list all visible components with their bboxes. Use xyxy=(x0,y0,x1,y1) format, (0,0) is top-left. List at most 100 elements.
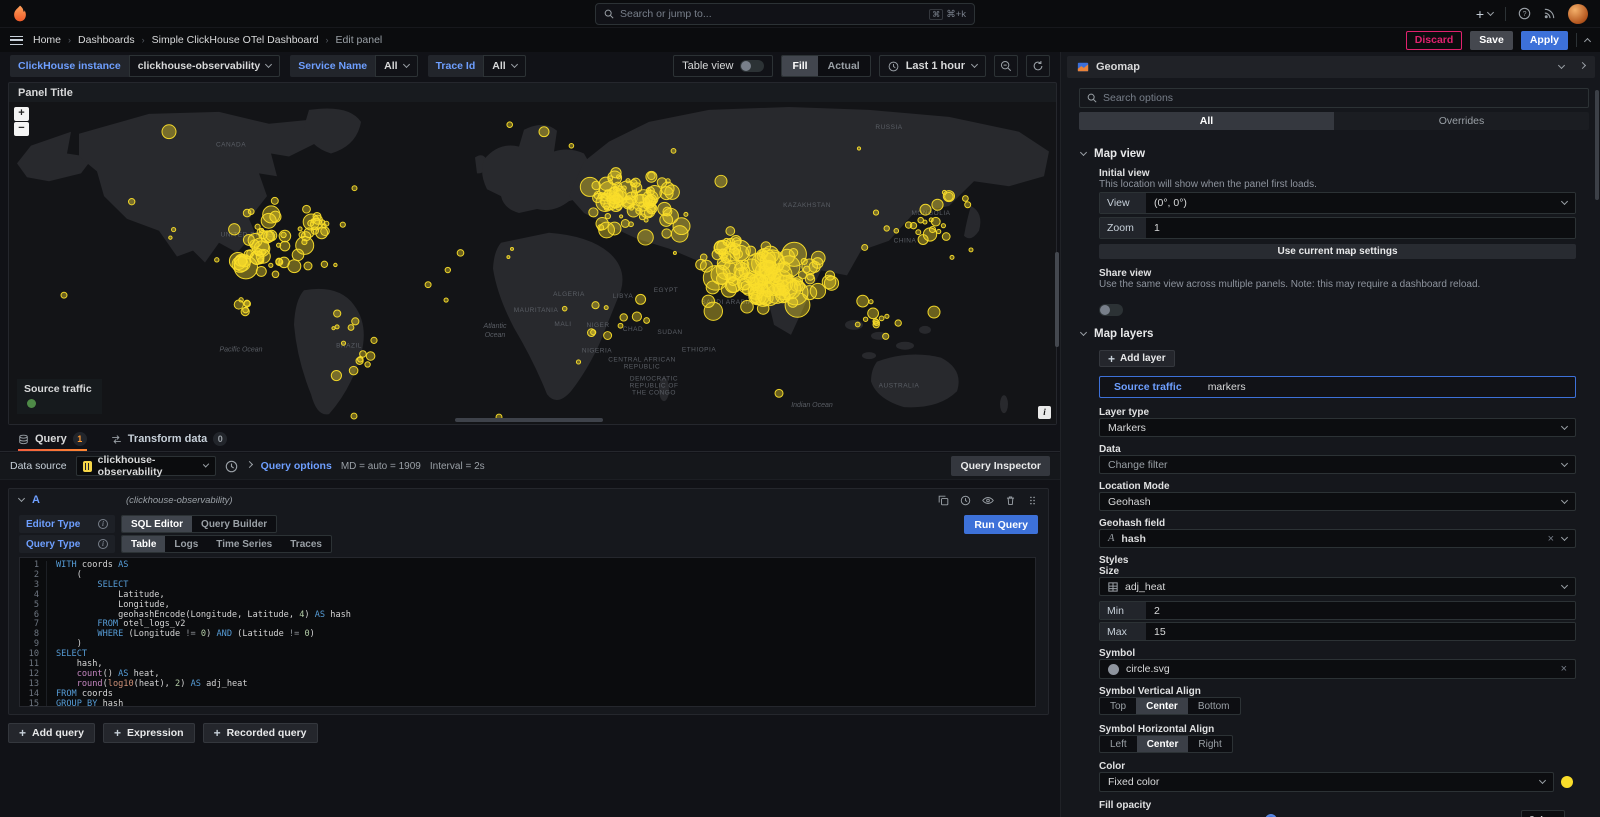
color-swatch[interactable] xyxy=(1561,776,1573,788)
legend-color-dot xyxy=(27,399,36,408)
collapse-pane-icon[interactable] xyxy=(1579,62,1586,69)
refresh-button[interactable] xyxy=(1026,55,1050,77)
section-map-layers[interactable]: Map layers xyxy=(1081,328,1153,340)
options-search-input[interactable]: Search options xyxy=(1079,88,1589,108)
layer-type-select[interactable]: Markers xyxy=(1099,418,1576,437)
add-layer-button[interactable]: +Add layer xyxy=(1099,350,1175,367)
map-legend[interactable]: Source traffic xyxy=(17,379,102,414)
map-zoom-in-button[interactable]: + xyxy=(14,107,29,121)
scrollbar-thumb[interactable] xyxy=(1595,90,1599,200)
options-tab-overrides[interactable]: Overrides xyxy=(1334,112,1589,130)
hide-response-icon[interactable] xyxy=(982,495,994,506)
query-history-icon[interactable] xyxy=(960,495,971,506)
panel-type-dropdown-icon[interactable] xyxy=(1558,62,1565,69)
help-icon[interactable]: ? xyxy=(1518,7,1531,20)
view-field-select[interactable]: (0°, 0°) xyxy=(1146,193,1575,213)
max-input[interactable]: 15 xyxy=(1146,623,1575,640)
breadcrumb-dashboards[interactable]: Dashboards xyxy=(78,34,135,46)
data-filter-select[interactable]: Change filter xyxy=(1099,455,1576,474)
editor-type-segment: SQL Editor Query Builder xyxy=(121,515,277,533)
variable-value-trace-id[interactable]: All xyxy=(483,55,525,77)
share-view-toggle[interactable] xyxy=(1099,304,1123,316)
collapse-header-icon[interactable] xyxy=(1584,38,1591,45)
query-options-link[interactable]: Query options xyxy=(261,460,332,472)
zoom-field-input[interactable]: 1 xyxy=(1146,218,1575,238)
table-view-switch[interactable] xyxy=(740,60,764,72)
breadcrumb-home[interactable]: Home xyxy=(33,34,61,46)
variable-value-clickhouse-instance[interactable]: clickhouse-observability xyxy=(129,55,281,77)
svg-text:REPUBLIC OF: REPUBLIC OF xyxy=(630,382,679,389)
section-map-view[interactable]: Map view xyxy=(1081,148,1145,160)
menu-icon[interactable] xyxy=(10,36,23,45)
query-options-chevron[interactable] xyxy=(246,461,253,468)
query-type-traces[interactable]: Traces xyxy=(281,536,331,552)
apply-button[interactable]: Apply xyxy=(1521,31,1568,50)
query-type-timeseries[interactable]: Time Series xyxy=(207,536,281,552)
drag-query-icon[interactable] xyxy=(1027,495,1038,506)
duplicate-query-icon[interactable] xyxy=(938,495,949,506)
query-type-logs[interactable]: Logs xyxy=(165,536,207,552)
map-zoom-out-button[interactable]: − xyxy=(14,122,29,136)
query-type-table[interactable]: Table xyxy=(122,536,165,552)
search-icon xyxy=(1087,93,1097,103)
align-left-option[interactable]: Left xyxy=(1100,736,1137,752)
align-top-option[interactable]: Top xyxy=(1100,698,1136,714)
collapse-query-icon[interactable] xyxy=(18,495,25,502)
map-canvas[interactable]: CANADARUSSIAUNITED STATESKAZAKHSTANMONGO… xyxy=(9,102,1056,424)
query-builder-option[interactable]: Query Builder xyxy=(192,516,276,532)
query-row-header[interactable]: A (clickhouse-observability) xyxy=(9,489,1048,511)
location-mode-select[interactable]: Geohash xyxy=(1099,492,1576,511)
clear-icon[interactable]: × xyxy=(1548,533,1554,545)
recorded-query-button[interactable]: +Recorded query xyxy=(203,723,318,743)
discard-button[interactable]: Discard xyxy=(1406,31,1463,50)
add-query-button[interactable]: +Add query xyxy=(8,723,95,743)
panel-resize-handle[interactable] xyxy=(455,418,603,422)
align-center-option[interactable]: Center xyxy=(1136,698,1188,714)
expression-button[interactable]: +Expression xyxy=(103,723,195,743)
breadcrumb-dashboard-name[interactable]: Simple ClickHouse OTel Dashboard xyxy=(152,34,319,46)
layer-item-source-traffic[interactable]: Source traffic markers xyxy=(1099,376,1576,398)
table-view-toggle[interactable]: Table view xyxy=(673,55,773,77)
search-placeholder: Search or jump to... xyxy=(620,8,712,20)
sql-editor-option[interactable]: SQL Editor xyxy=(122,516,192,532)
geohash-field-select[interactable]: A hash × xyxy=(1099,529,1576,548)
sql-editor[interactable]: 1WITH coords AS2 (3 SELECT4 Latitude,5 L… xyxy=(19,557,1036,707)
clear-icon[interactable]: × xyxy=(1561,663,1567,675)
variable-label-service-name: Service Name xyxy=(290,55,375,77)
datasource-help-icon[interactable] xyxy=(225,460,238,473)
time-range-picker[interactable]: Last 1 hour xyxy=(879,55,986,77)
size-field-select[interactable]: adj_heat xyxy=(1099,577,1576,596)
actual-option[interactable]: Actual xyxy=(818,56,870,76)
datasource-select[interactable]: clickhouse-observability xyxy=(76,456,216,476)
min-input[interactable]: 2 xyxy=(1146,602,1575,619)
editor-type-label: Editor Typei xyxy=(19,515,115,533)
svg-text:CHAD: CHAD xyxy=(623,326,643,333)
search-input[interactable]: Search or jump to... ⌘ ⌘+k xyxy=(595,3,975,25)
panel-type-header[interactable]: Geomap xyxy=(1067,56,1595,78)
query-inspector-button[interactable]: Query Inspector xyxy=(951,456,1050,476)
tab-transform-data[interactable]: Transform data 0 xyxy=(111,432,227,451)
panel-title[interactable]: Panel Title xyxy=(9,83,1056,102)
query-type-segment: Table Logs Time Series Traces xyxy=(121,535,332,553)
grafana-logo[interactable] xyxy=(12,5,28,22)
options-tab-all[interactable]: All xyxy=(1079,112,1334,130)
variable-value-service-name[interactable]: All xyxy=(375,55,417,77)
user-avatar[interactable] xyxy=(1568,4,1588,24)
fill-opacity-value[interactable]: 0.4 xyxy=(1521,810,1565,817)
delete-query-icon[interactable] xyxy=(1005,495,1016,506)
tab-query[interactable]: Query 1 xyxy=(18,432,87,451)
map-attribution-icon[interactable]: i xyxy=(1038,406,1051,419)
use-current-map-settings-button[interactable]: Use current map settings xyxy=(1099,244,1576,259)
new-item-button[interactable]: + xyxy=(1476,9,1493,19)
symbol-select[interactable]: circle.svg × xyxy=(1099,659,1576,679)
news-icon[interactable] xyxy=(1543,7,1556,20)
align-center-option[interactable]: Center xyxy=(1137,736,1189,752)
align-right-option[interactable]: Right xyxy=(1188,736,1231,752)
align-bottom-option[interactable]: Bottom xyxy=(1188,698,1240,714)
save-button[interactable]: Save xyxy=(1470,31,1513,50)
run-query-button[interactable]: Run Query xyxy=(964,515,1038,534)
color-select[interactable]: Fixed color xyxy=(1099,772,1554,792)
scrollbar-thumb[interactable] xyxy=(1055,252,1059,347)
time-zoom-out-button[interactable] xyxy=(994,55,1018,77)
fill-option[interactable]: Fill xyxy=(782,56,817,76)
